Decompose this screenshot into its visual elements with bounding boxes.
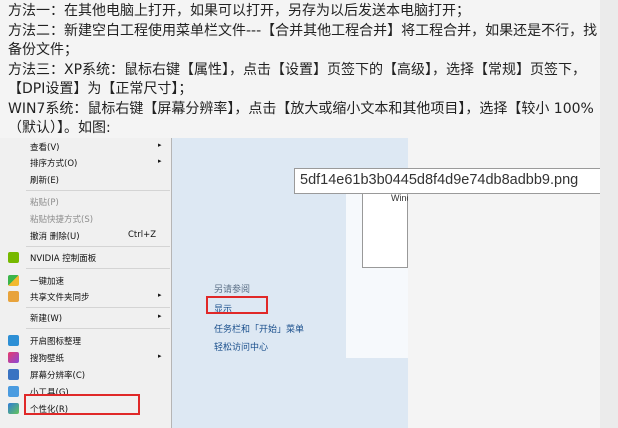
menu-separator <box>26 328 170 329</box>
grid-icon <box>8 335 19 346</box>
submenu-arrow-icon: ▸ <box>158 157 162 165</box>
monitor-icon <box>8 369 19 380</box>
menu-item-speedup[interactable]: 一键加速 <box>0 272 172 289</box>
nvidia-icon <box>8 252 19 263</box>
menu-item-new[interactable]: 新建(W) ▸ <box>0 309 172 326</box>
submenu-arrow-icon: ▸ <box>158 352 162 360</box>
context-menu: 查看(V) ▸ 排序方式(O) ▸ 刷新(E) 粘贴(P) 粘贴快捷方式(S) … <box>0 138 172 428</box>
wallpaper-icon <box>8 352 19 363</box>
menu-item-icon-organize[interactable]: 开启图标整理 <box>0 332 172 349</box>
menu-item-screen-resolution[interactable]: 屏幕分辨率(C) <box>0 366 172 383</box>
menu-separator <box>26 190 170 191</box>
submenu-arrow-icon: ▸ <box>158 141 162 149</box>
personalize-icon <box>8 403 19 414</box>
menu-item-sort[interactable]: 排序方式(O) ▸ <box>0 154 172 171</box>
see-also-panel: 另请参阅 显示 任务栏和「开始」菜单 轻松访问中心 <box>200 270 346 358</box>
submenu-arrow-icon: ▸ <box>158 291 162 299</box>
menu-item-paste[interactable]: 粘贴(P) <box>0 193 172 210</box>
folder-sync-icon <box>8 291 19 302</box>
menu-item-nvidia[interactable]: NVIDIA 控制面板 <box>0 249 172 266</box>
link-ease-of-access[interactable]: 轻松访问中心 <box>214 340 268 353</box>
article: 方法一：在其他电脑上打开，如果可以打开，另存为以后发送本电脑打开； 方法二：新建… <box>0 0 618 428</box>
menu-item-sogou-wallpaper[interactable]: 搜狗壁纸 ▸ <box>0 349 172 366</box>
shortcut-label: Ctrl+Z <box>128 230 157 240</box>
menu-item-shared-folder-sync[interactable]: 共享文件夹同步 ▸ <box>0 288 172 305</box>
gadget-icon <box>8 386 19 397</box>
menu-item-undo-delete[interactable]: 撤消 删除(U) Ctrl+Z <box>0 227 172 244</box>
method-one-line: 方法一：在其他电脑上打开，如果可以打开，另存为以后发送本电脑打开； <box>8 3 470 19</box>
dialog-window: Wind <box>362 186 408 268</box>
method-two-line: 方法二：新建空白工程使用菜单栏文件---【合并其他工程合并】将工程合并，如果还是… <box>8 22 598 59</box>
highlight-box-personalize <box>24 394 140 415</box>
highlight-box-display <box>206 296 268 314</box>
speedup-icon <box>8 275 19 286</box>
link-taskbar-start-menu[interactable]: 任务栏和「开始」菜单 <box>214 322 304 335</box>
menu-item-view[interactable]: 查看(V) ▸ <box>0 138 172 155</box>
filename-tooltip: 5df14e61b3b0445d8f4d9e74db8adbb9.png <box>294 168 618 194</box>
article-text: 方法一：在其他电脑上打开，如果可以打开，另存为以后发送本电脑打开； 方法二：新建… <box>8 2 598 139</box>
right-margin-strip <box>600 0 618 428</box>
menu-separator <box>26 307 170 308</box>
submenu-arrow-icon: ▸ <box>158 312 162 320</box>
menu-separator <box>26 268 170 269</box>
menu-separator <box>26 246 170 247</box>
menu-item-refresh[interactable]: 刷新(E) <box>0 171 172 188</box>
win7-line: WIN7系统：鼠标右键【屏幕分辨率】，点击【放大或缩小文本和其他项目】，选择【较… <box>8 100 594 137</box>
dialog-title: Wind <box>391 193 408 203</box>
see-also-heading: 另请参阅 <box>214 285 251 295</box>
method-three-line: 方法三：XP系统：鼠标右键【属性】，点击【设置】页签下的【高级】，选择【常规】页… <box>8 61 587 98</box>
menu-item-paste-shortcut[interactable]: 粘贴快捷方式(S) <box>0 210 172 227</box>
